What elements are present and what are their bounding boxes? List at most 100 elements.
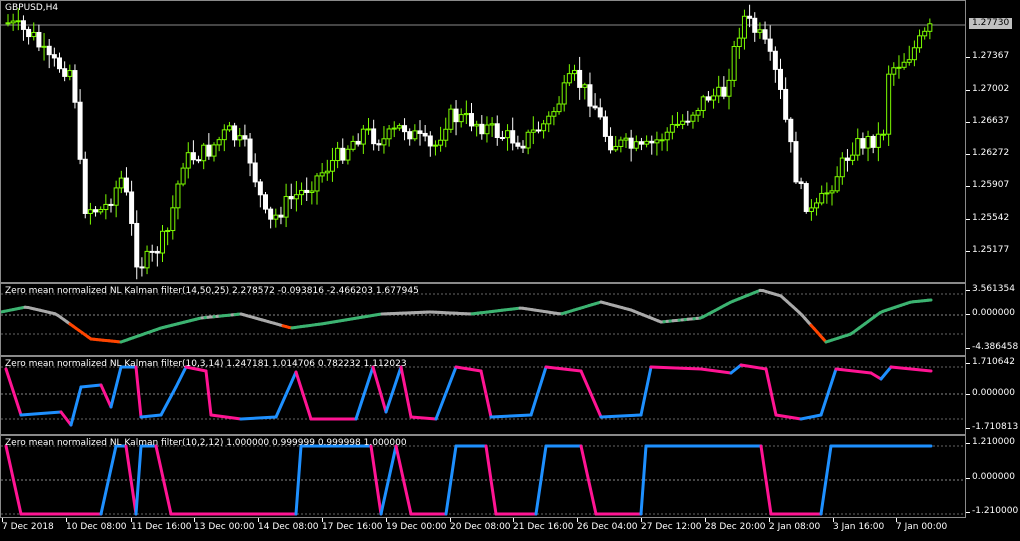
candle-body (293, 194, 299, 200)
candle-body (144, 250, 150, 269)
candle-body (247, 138, 253, 164)
candle-body (304, 189, 310, 193)
candle-body (510, 130, 516, 144)
candle-body (453, 108, 459, 123)
candle-body (469, 113, 474, 127)
candle-body (520, 145, 526, 149)
candle-body (597, 107, 603, 118)
candle-body (551, 111, 557, 117)
candle-body (566, 73, 572, 84)
candle-body (46, 45, 52, 56)
candle-body (108, 203, 114, 206)
candle-body (72, 70, 78, 103)
oscillator-segment (294, 370, 313, 421)
candle-body (535, 129, 541, 132)
candle-body (113, 187, 119, 206)
candle-body (118, 177, 124, 189)
candle-body (731, 46, 737, 81)
axis-tick: 1.710642 (966, 357, 1015, 367)
price-chart-pane[interactable]: GBPUSD,H4 (0, 0, 966, 283)
candle-body (324, 170, 330, 174)
candle-body (922, 30, 928, 37)
time-label: 7 Dec 2018 (2, 518, 54, 532)
indicator-pane-2[interactable]: Zero mean normalized NL Kalman filter(10… (0, 356, 966, 435)
candle-body (917, 35, 923, 49)
kalman-filter-line-3 (1, 444, 965, 516)
candle-body (386, 128, 392, 140)
candle-body (41, 45, 47, 48)
time-label: 10 Dec 08:00 (66, 518, 127, 532)
candle-body (515, 142, 521, 147)
candle-body (391, 127, 397, 130)
oscillator-segment (354, 365, 375, 421)
candle-body (149, 250, 155, 253)
candle-body (783, 88, 789, 120)
candle-body (778, 68, 783, 90)
candle-body (26, 28, 32, 38)
candle-body (62, 68, 68, 77)
time-label: 19 Dec 00:00 (386, 518, 447, 532)
candle-body (875, 133, 881, 148)
candle-body (633, 141, 639, 149)
indicator-1-axis: 3.561354 0.000000 -4.386458 (965, 283, 1020, 356)
candle-body (798, 181, 804, 185)
candle-body (412, 130, 418, 140)
price-axis[interactable]: 1.27730 1.27367 1.27002 1.26637 1.26272 … (965, 0, 1020, 283)
candle-body (906, 59, 912, 63)
candle-body (190, 152, 196, 161)
oscillator-segment (399, 365, 413, 419)
indicator-pane-3[interactable]: Zero mean normalized NL Kalman filter(10… (0, 435, 966, 518)
oscillator-segment (739, 363, 768, 371)
time-label: 13 Dec 00:00 (194, 518, 255, 532)
candle-body (788, 118, 794, 143)
oscillator-segment (764, 367, 778, 417)
time-label: 3 Jan 16:00 (833, 518, 885, 532)
candle-body (752, 17, 758, 33)
candlestick-chart (1, 4, 965, 280)
candle-body (252, 162, 258, 183)
candle-body (185, 152, 191, 169)
time-axis[interactable]: 7 Dec 2018 10 Dec 08:00 11 Dec 16:00 13 … (0, 518, 966, 541)
axis-tick: 3.561354 (966, 284, 1015, 294)
price-tick: 1.27367 (965, 51, 1010, 61)
candle-body (10, 20, 16, 24)
candle-body (824, 192, 830, 195)
candle-body (649, 140, 655, 144)
candle-body (541, 123, 547, 132)
time-label: 27 Dec 12:00 (641, 518, 702, 532)
candle-body (180, 167, 186, 185)
oscillator-segment (879, 365, 893, 381)
candle-body (288, 196, 294, 200)
candle-body (268, 208, 274, 220)
candle-body (644, 140, 650, 145)
candle-body (479, 123, 485, 135)
candle-body (844, 157, 850, 161)
oscillator-segment (699, 367, 733, 375)
candle-body (505, 130, 511, 139)
candle-body (881, 133, 886, 136)
candle-body (329, 160, 335, 172)
indicator-1-title: Zero mean normalized NL Kalman filter(14… (5, 286, 419, 296)
candle-body (340, 147, 346, 161)
candle-body (850, 154, 856, 161)
candle-body (911, 47, 917, 61)
oscillator-segment (109, 365, 123, 409)
time-label: 26 Dec 04:00 (577, 518, 638, 532)
oscillator-segment (4, 367, 23, 417)
oscillator-segment (544, 365, 583, 373)
oscillator-segment (729, 363, 743, 375)
indicator-3-axis: 1.210000 0.000000 -1.210000 (965, 435, 1020, 518)
candle-body (396, 125, 402, 129)
current-price-tag: 1.27730 (969, 18, 1013, 29)
candle-body (257, 181, 263, 196)
candle-body (793, 141, 799, 183)
candle-body (582, 84, 588, 88)
candle-body (814, 202, 820, 209)
candle-body (366, 128, 371, 131)
indicator-pane-1[interactable]: Zero mean normalized NL Kalman filter(14… (0, 283, 966, 356)
candle-body (360, 128, 366, 145)
oscillator-segment (434, 365, 458, 421)
candle-body (422, 132, 428, 137)
oscillator-segment (79, 383, 103, 389)
candle-body (546, 115, 552, 125)
